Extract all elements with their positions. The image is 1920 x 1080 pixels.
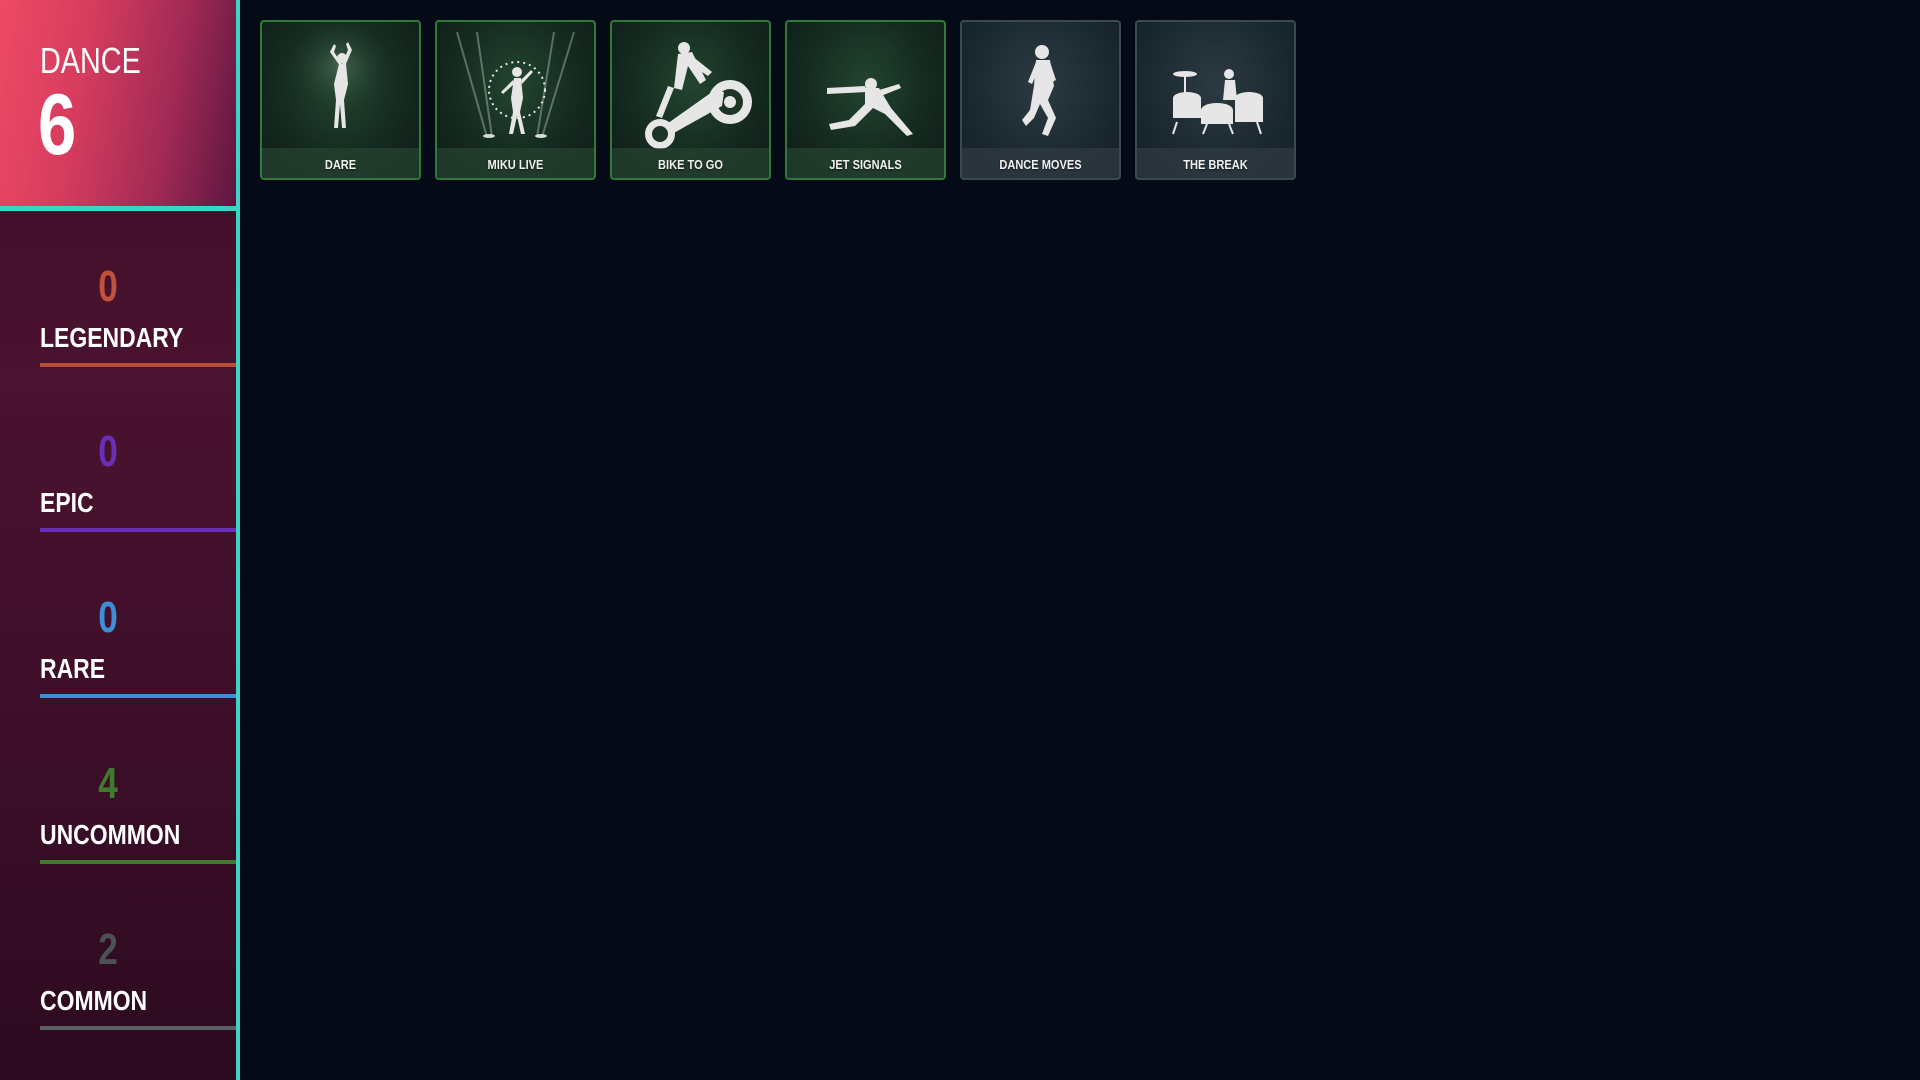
rarity-common: 2 COMMON (0, 925, 236, 1045)
rarity-epic: 0 EPIC (0, 427, 236, 547)
emote-name: DARE (324, 157, 357, 172)
stage-performer-icon (456, 31, 575, 138)
rarity-bar (40, 363, 236, 367)
emote-card-bike-to-go[interactable]: BIKE TO GO (610, 20, 771, 180)
emote-name: MIKU LIVE (487, 157, 544, 172)
motorbike-rider-icon (645, 42, 752, 149)
dancer-pose-icon (285, 27, 395, 128)
emote-card-jet-signals[interactable]: JET SIGNALS (785, 20, 946, 180)
header-divider (0, 206, 236, 211)
rarity-legendary: 0 LEGENDARY (0, 262, 236, 382)
locker-screen: DANCE 6 0 LEGENDARY 0 EPIC 0 RARE 4 UNCO… (0, 0, 1920, 1080)
rarity-label: COMMON (40, 985, 148, 1016)
rarity-label: LEGENDARY (40, 322, 184, 353)
sidebar-divider (236, 0, 240, 1080)
category-total-count: 6 (38, 77, 77, 173)
rarity-bar (40, 860, 236, 864)
rarity-label: EPIC (40, 487, 94, 518)
default-dance-icon (1022, 45, 1056, 136)
rarity-count: 0 (98, 593, 118, 642)
emote-name: BIKE TO GO (658, 157, 723, 172)
emote-card-the-break[interactable]: THE BREAK (1135, 20, 1296, 180)
emote-name: DANCE MOVES (999, 157, 1082, 172)
emote-card-dare[interactable]: DARE (260, 20, 421, 180)
rarity-count: 0 (98, 262, 118, 311)
rarity-bar (40, 694, 236, 698)
drum-kit-icon (1172, 69, 1263, 135)
rarity-bar (40, 1026, 236, 1030)
category-sidebar: DANCE 6 0 LEGENDARY 0 EPIC 0 RARE 4 UNCO… (0, 0, 236, 1080)
emote-card-miku-live[interactable]: MIKU LIVE (435, 20, 596, 180)
category-header: DANCE 6 (0, 0, 236, 208)
rarity-label: RARE (40, 653, 106, 684)
emote-card-dance-moves[interactable]: DANCE MOVES (960, 20, 1121, 180)
emote-name: THE BREAK (1183, 157, 1248, 172)
rarity-rare: 0 RARE (0, 593, 236, 713)
rarity-count: 0 (98, 427, 118, 476)
emote-name: JET SIGNALS (829, 157, 902, 172)
rarity-count: 2 (98, 925, 118, 974)
rarity-count: 4 (98, 759, 118, 808)
rarity-label: UNCOMMON (40, 819, 181, 850)
rarity-bar (40, 528, 236, 532)
rarity-uncommon: 4 UNCOMMON (0, 759, 236, 879)
lunging-pose-icon (827, 78, 913, 136)
